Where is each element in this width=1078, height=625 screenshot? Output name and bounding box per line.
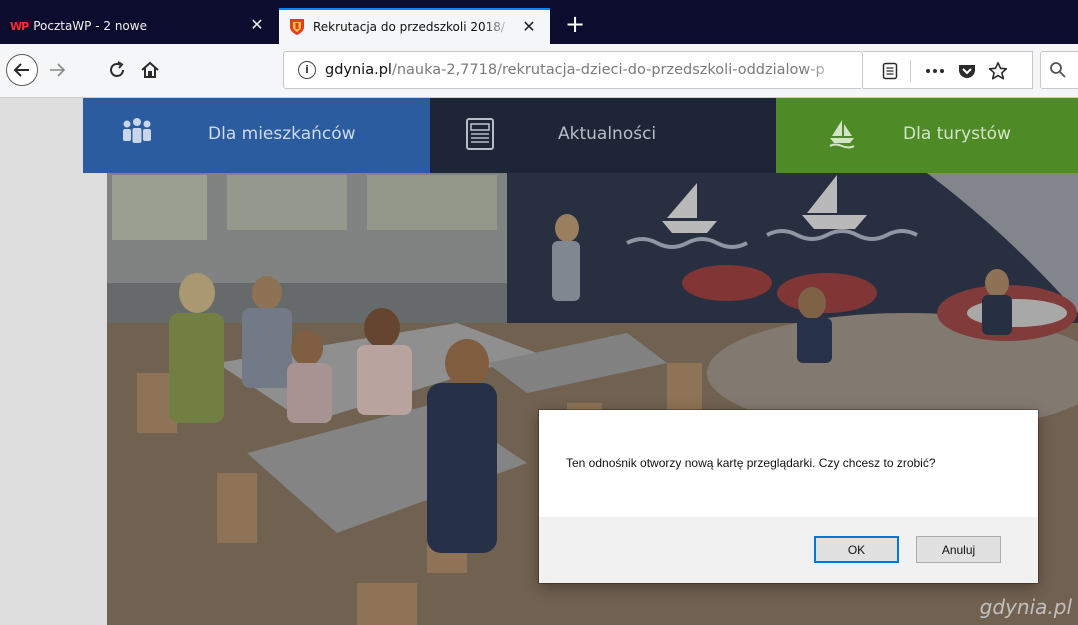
people-icon [120,117,154,151]
tab-title: PocztaWP - 2 nowe [33,19,147,33]
new-tab-button[interactable]: + [562,10,588,38]
address-bar-actions [863,51,1033,89]
cancel-button[interactable]: Anuluj [916,536,1001,563]
nav-news-label: Aktualności [558,124,657,144]
nav-residents[interactable]: Dla mieszkańców [83,98,430,173]
navigation-toolbar: i gdynia.pl/nauka-2,7718/rekrutacja-dzie… [0,44,1078,98]
close-tab-icon[interactable]: ✕ [248,16,266,34]
dialog-message: Ten odnośnik otworzy nową kartę przegląd… [566,456,936,470]
reader-view-icon[interactable] [880,61,900,81]
gdynia-shield-icon [289,18,305,36]
arrow-left-icon [13,63,29,77]
home-icon [141,61,159,78]
dialog-body: Ten odnośnik otworzy nową kartę przegląd… [539,410,1038,517]
reload-icon [110,61,124,77]
tab-poczta[interactable]: WP PocztaWP - 2 nowe ✕ [0,8,278,44]
nav-residents-label: Dla mieszkańców [208,124,356,144]
ok-button[interactable]: OK [814,536,899,563]
tab-strip: WP PocztaWP - 2 nowe ✕ Rekrutacja do prz… [0,0,1078,44]
sailboat-icon [828,118,856,150]
close-tab-icon[interactable]: ✕ [520,18,538,36]
page-margin [0,98,107,625]
nav-tourists[interactable]: Dla turystów [776,98,1078,173]
nav-news[interactable]: Aktualności [430,98,776,173]
confirm-dialog: Ten odnośnik otworzy nową kartę przegląd… [539,410,1038,583]
newspaper-icon [464,117,496,151]
back-button[interactable] [6,54,38,86]
nav-tourists-label: Dla turystów [903,124,1011,144]
arrow-right-icon [50,63,66,77]
wp-favicon-icon: WP [10,19,29,33]
search-box[interactable] [1040,51,1078,89]
address-bar[interactable]: i gdynia.pl/nauka-2,7718/rekrutacja-dzie… [283,51,863,89]
site-info-icon[interactable]: i [298,61,316,79]
search-icon [1050,62,1066,78]
forward-button[interactable] [45,58,69,82]
url-text[interactable]: gdynia.pl/nauka-2,7718/rekrutacja-dzieci… [325,62,855,78]
tab-rekrutacja[interactable]: Rekrutacja do przedszkoli 2018/ ✕ [279,8,550,44]
bookmark-star-icon[interactable] [988,61,1008,81]
separator [910,60,911,82]
reload-button[interactable] [105,58,129,82]
tab-title: Rekrutacja do przedszkoli 2018/ [313,20,505,34]
page-actions-icon[interactable] [925,61,945,81]
pocket-icon[interactable] [957,61,977,81]
home-button[interactable] [138,58,162,82]
site-navigation: Dla mieszkańców Aktualności Dla turystów [83,98,1078,173]
watermark: gdynia.pl [979,595,1072,619]
